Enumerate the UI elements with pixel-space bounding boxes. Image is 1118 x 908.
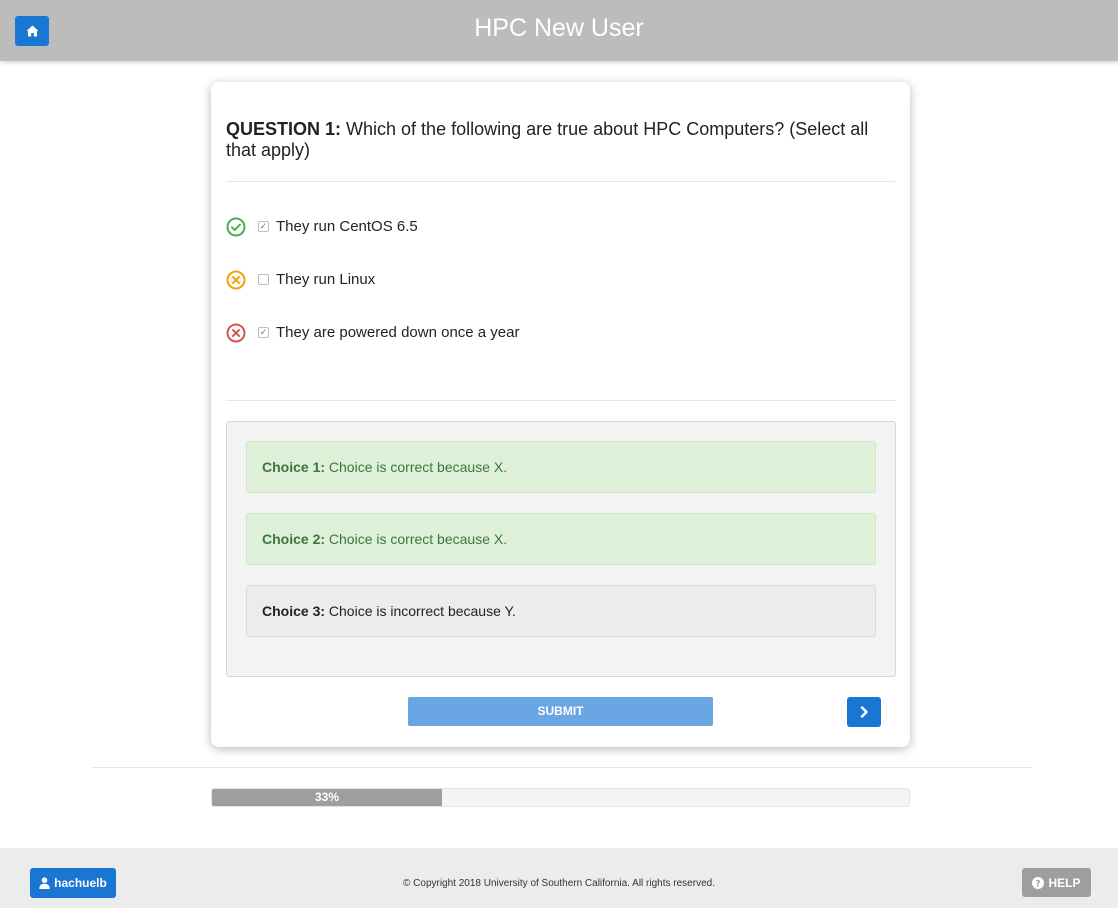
- copyright-text: © Copyright 2018 University of Southern …: [403, 878, 715, 889]
- feedback-text: Choice is incorrect because Y.: [328, 603, 516, 619]
- option-3-label: They are powered down once a year: [276, 324, 520, 341]
- x-circle-icon: [226, 323, 246, 343]
- help-button[interactable]: ? HELP: [1022, 868, 1091, 897]
- divider: [91, 767, 1031, 768]
- option-1-checkbox[interactable]: ✓: [258, 221, 269, 232]
- option-3: ✓ They are powered down once a year: [226, 322, 886, 344]
- feedback-title: Choice 3:: [262, 603, 326, 619]
- feedback-title: Choice 1:: [262, 459, 326, 475]
- feedback-panel: Choice 1: Choice is correct because X. C…: [226, 421, 896, 677]
- progress-bar: 33%: [211, 788, 910, 807]
- feedback-title: Choice 2:: [262, 531, 326, 547]
- option-1-label: They run CentOS 6.5: [276, 218, 418, 235]
- help-label: HELP: [1048, 875, 1081, 890]
- question-circle-icon: ?: [1032, 876, 1045, 889]
- feedback-text: Choice is correct because X.: [328, 531, 508, 547]
- footer: hachuelb © Copyright 2018 University of …: [0, 848, 1118, 908]
- app-title: HPC New User: [474, 14, 644, 42]
- feedback-choice-1: Choice 1: Choice is correct because X.: [246, 441, 876, 493]
- next-button[interactable]: [847, 697, 881, 727]
- divider: [226, 400, 895, 401]
- question-text: QUESTION 1: Which of the following are t…: [226, 119, 896, 161]
- chevron-right-icon: [860, 706, 868, 718]
- x-circle-icon: [226, 270, 246, 290]
- question-card: QUESTION 1: Which of the following are t…: [211, 82, 910, 747]
- question-number: QUESTION 1:: [226, 119, 342, 139]
- option-2: They run Linux: [226, 269, 886, 291]
- progress-label: 33%: [314, 790, 340, 804]
- option-1: ✓ They run CentOS 6.5: [226, 216, 886, 238]
- submit-button[interactable]: SUBMIT: [408, 697, 713, 726]
- app-header: HPC New User: [0, 0, 1118, 61]
- feedback-text: Choice is correct because X.: [328, 459, 508, 475]
- divider: [226, 181, 895, 182]
- feedback-choice-2: Choice 2: Choice is correct because X.: [246, 513, 876, 565]
- option-2-label: They run Linux: [276, 271, 376, 288]
- option-2-checkbox[interactable]: [258, 274, 269, 285]
- option-3-checkbox[interactable]: ✓: [258, 327, 269, 338]
- svg-text:?: ?: [1036, 879, 1041, 889]
- feedback-choice-3: Choice 3: Choice is incorrect because Y.: [246, 585, 876, 637]
- check-circle-icon: [226, 217, 246, 237]
